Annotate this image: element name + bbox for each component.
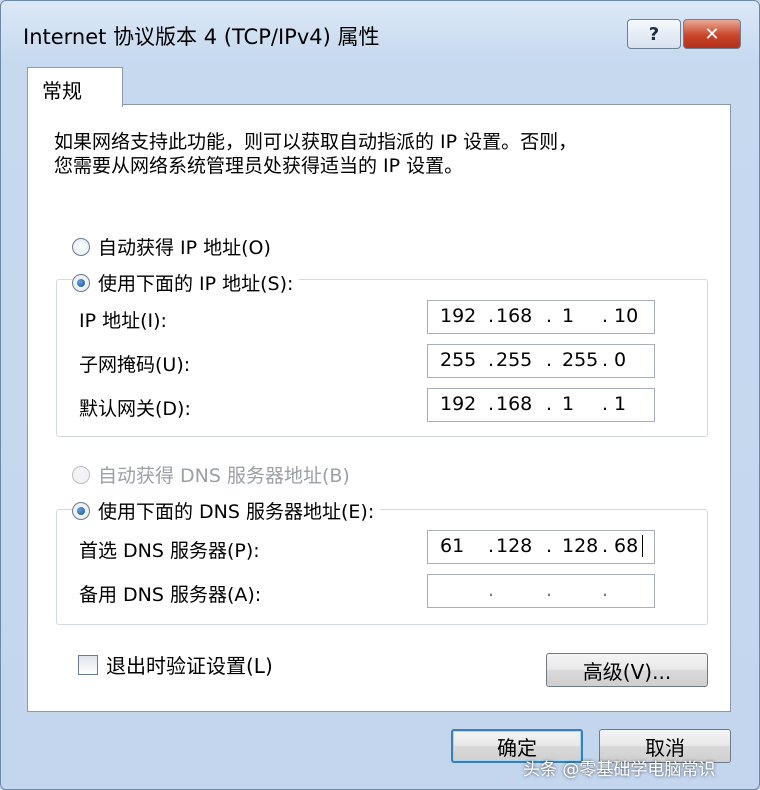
ip-settings-group: IP 地址(I): 192 . 168 . 1 . 10 子网掩码(U): 25…	[56, 279, 708, 437]
ip-address-label: IP 地址(I):	[79, 310, 167, 332]
text-caret	[642, 535, 643, 557]
dns-settings-group: 首选 DNS 服务器(P): 61 . 128 . 128 . 68 备用 DN…	[56, 509, 708, 625]
dot-separator: .	[602, 393, 609, 415]
auto-dns-label: 自动获得 DNS 服务器地址(B)	[98, 465, 350, 487]
validate-on-exit-checkbox[interactable]: 退出时验证设置(L)	[78, 650, 273, 679]
preferred-dns-octet-3: 128	[562, 535, 599, 557]
dot-separator: .	[602, 579, 609, 601]
default-gateway-label: 默认网关(D):	[79, 398, 191, 420]
alternate-dns-input[interactable]: . . .	[427, 574, 655, 608]
subnet-mask-input[interactable]: 255 . 255 . 255 . 0	[427, 344, 655, 378]
subnet-mask-octet-3: 255	[562, 349, 599, 371]
dot-separator: .	[488, 579, 495, 601]
dot-separator: .	[546, 535, 553, 557]
validate-on-exit-label: 退出时验证设置(L)	[106, 654, 273, 678]
close-icon: ✕	[704, 23, 720, 45]
subnet-mask-octet-2: 255	[496, 349, 533, 371]
dot-separator: .	[546, 393, 553, 415]
dot-separator: .	[546, 305, 553, 327]
dot-separator: .	[602, 305, 609, 327]
default-gateway-octet-2: 168	[496, 393, 533, 415]
dot-separator: .	[602, 535, 609, 557]
manual-dns-label: 使用下面的 DNS 服务器地址(E):	[98, 501, 375, 523]
subnet-mask-octet-4: 0	[614, 349, 627, 371]
preferred-dns-octet-1: 61	[440, 535, 465, 557]
window-title: Internet 协议版本 4 (TCP/IPv4) 属性	[23, 25, 380, 49]
advanced-button[interactable]: 高级(V)...	[546, 653, 708, 687]
subnet-mask-label: 子网掩码(U):	[79, 354, 191, 376]
default-gateway-input[interactable]: 192 . 168 . 1 . 1	[427, 388, 655, 422]
description-line-1: 如果网络支持此功能，则可以获取自动指派的 IP 设置。否则，	[54, 131, 578, 153]
general-panel: 如果网络支持此功能，则可以获取自动指派的 IP 设置。否则， 您需要从网络系统管…	[27, 104, 731, 712]
dot-separator: .	[488, 349, 495, 371]
preferred-dns-octet-2: 128	[496, 535, 533, 557]
dot-separator: .	[488, 393, 495, 415]
auto-ip-radio-icon[interactable]	[72, 237, 90, 256]
close-button[interactable]: ✕	[683, 19, 741, 49]
ip-address-octet-2: 168	[496, 305, 533, 327]
alternate-dns-label: 备用 DNS 服务器(A):	[79, 584, 262, 606]
tab-general[interactable]: 常规	[27, 67, 123, 107]
dot-separator: .	[546, 579, 553, 601]
ip-address-octet-1: 192	[440, 305, 477, 327]
manual-dns-radio-icon[interactable]	[72, 501, 90, 520]
watermark-text: 头条 @零基础学电脑常识	[523, 760, 716, 780]
manual-ip-radio[interactable]: 使用下面的 IP 地址(S):	[72, 269, 300, 296]
help-button[interactable]: ?	[627, 19, 681, 49]
title-bar[interactable]: Internet 协议版本 4 (TCP/IPv4) 属性 ? ✕	[1, 1, 759, 63]
ip-address-input[interactable]: 192 . 168 . 1 . 10	[427, 300, 655, 334]
dot-separator: .	[546, 349, 553, 371]
preferred-dns-octet-4: 68	[614, 535, 639, 557]
default-gateway-octet-3: 1	[562, 393, 575, 415]
auto-dns-radio[interactable]: 自动获得 DNS 服务器地址(B)	[72, 461, 350, 488]
dot-separator: .	[602, 349, 609, 371]
preferred-dns-label: 首选 DNS 服务器(P):	[79, 540, 260, 562]
description-line-2: 您需要从网络系统管理员处获得适当的 IP 设置。	[54, 155, 464, 177]
default-gateway-octet-4: 1	[614, 393, 627, 415]
tcpip-properties-dialog: Internet 协议版本 4 (TCP/IPv4) 属性 ? ✕ 常规 如果网…	[0, 0, 760, 790]
auto-ip-radio[interactable]: 自动获得 IP 地址(O)	[72, 233, 271, 260]
subnet-mask-octet-1: 255	[440, 349, 477, 371]
ip-address-octet-3: 1	[562, 305, 575, 327]
manual-ip-radio-icon[interactable]	[72, 273, 90, 292]
auto-dns-radio-icon[interactable]	[72, 465, 90, 484]
auto-ip-label: 自动获得 IP 地址(O)	[98, 237, 271, 259]
dot-separator: .	[488, 535, 495, 557]
dot-separator: .	[488, 305, 495, 327]
manual-ip-label: 使用下面的 IP 地址(S):	[98, 273, 294, 295]
default-gateway-octet-1: 192	[440, 393, 477, 415]
help-icon: ?	[648, 23, 660, 45]
preferred-dns-input[interactable]: 61 . 128 . 128 . 68	[427, 530, 655, 564]
tab-general-label: 常规	[42, 79, 82, 103]
validate-on-exit-checkbox-box[interactable]	[78, 654, 98, 675]
ip-address-octet-4: 10	[614, 305, 639, 327]
manual-dns-radio[interactable]: 使用下面的 DNS 服务器地址(E):	[72, 497, 381, 524]
